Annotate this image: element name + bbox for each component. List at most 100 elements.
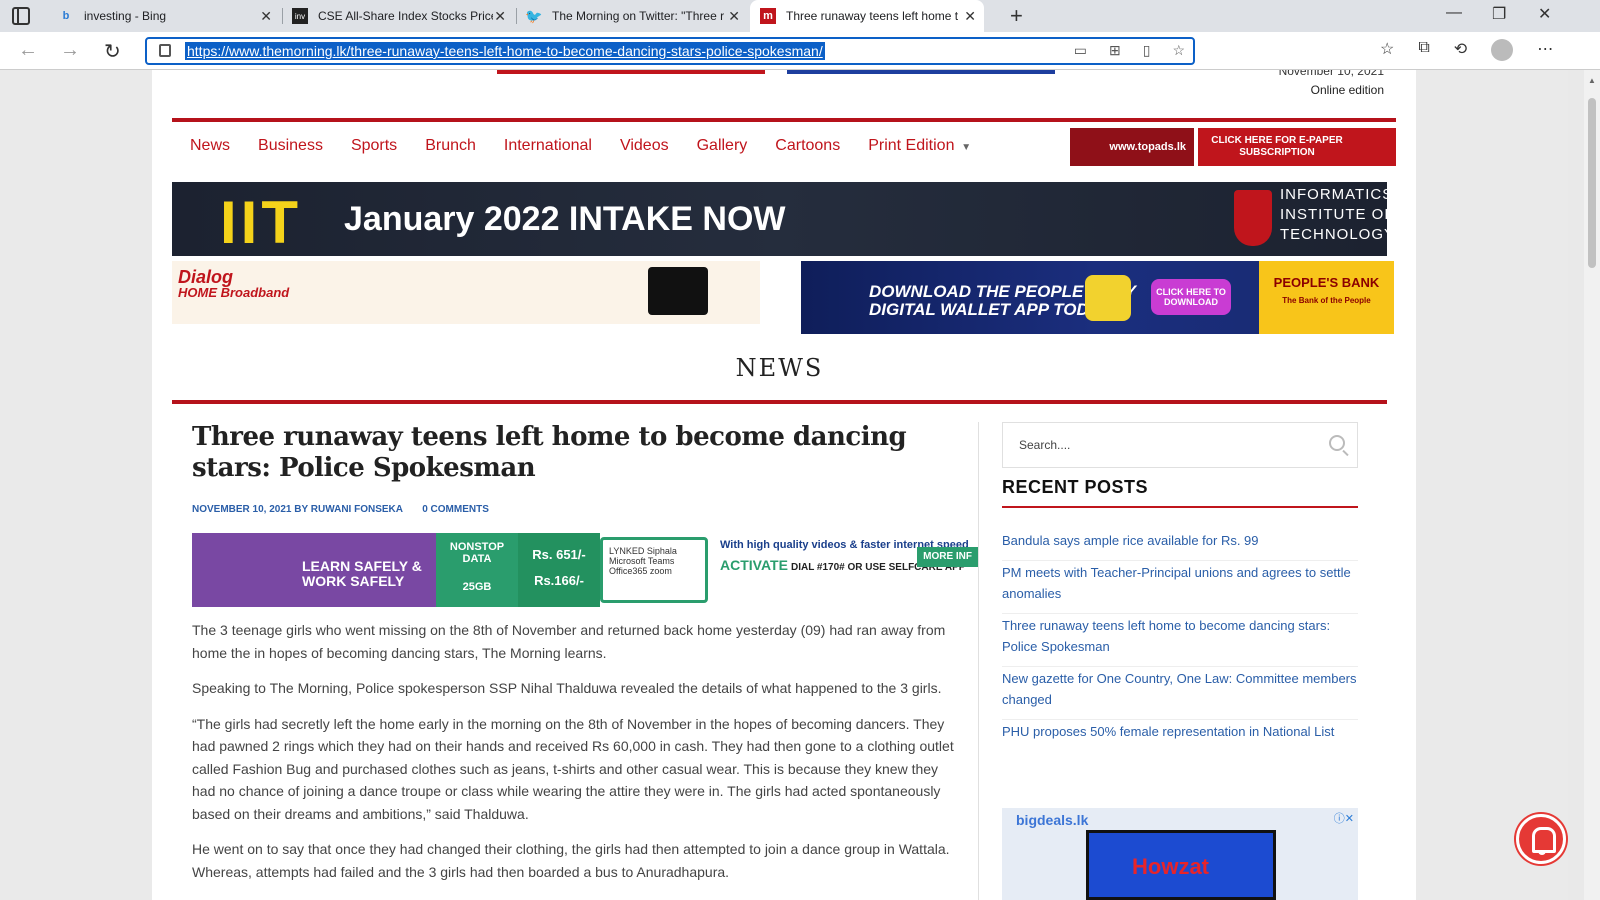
nav-international[interactable]: International [504,137,592,155]
nav-print-label: Print Edition [868,137,955,154]
comments-link[interactable]: 0 COMMENTS [422,504,489,515]
site-content: November 10, 2021 Online edition News Bu… [152,70,1566,900]
ad-close-icon[interactable]: ⓘ✕ [1334,810,1354,826]
recent-posts-divider [1002,506,1358,508]
more-icon[interactable]: ⋯ [1537,39,1553,61]
tab-title: The Morning on Twitter: "Three r [552,9,725,23]
site-logo-secondary[interactable] [787,70,1055,74]
recent-post-link[interactable]: Bandula says ample rice available for Rs… [1002,530,1358,561]
main-nav: News Business Sports Brunch Internationa… [172,118,1396,170]
recent-post-link[interactable]: New gazette for One Country, One Law: Co… [1002,668,1358,720]
ad-learn-safely: LEARN SAFELY & WORK SAFELY [192,533,436,607]
the-morning-icon: m [760,8,776,24]
tab-the-morning[interactable]: m Three runaway teens left home t ✕ [750,0,984,32]
close-tab-icon[interactable]: ✕ [964,8,976,25]
cast-icon[interactable]: ▭ [1074,42,1087,59]
site-logo[interactable] [497,70,765,74]
epaper-banner[interactable]: CLICK HERE FOR E-PAPER SUBSCRIPTION [1198,128,1396,166]
search-box[interactable]: Search.... [1002,422,1358,468]
search-input[interactable]: Search.... [1019,438,1070,452]
scrollbar-thumb[interactable] [1588,98,1596,268]
dialog-banner[interactable]: Dialog HOME Broadband [172,261,760,324]
iit-banner[interactable]: IIT January 2022 INTAKE NOW INFORMATICS … [172,182,1394,256]
peoples-pay-banner[interactable]: DOWNLOAD THE PEOPLE'S PAY DIGITAL WALLET… [801,261,1394,334]
favorite-add-icon[interactable]: ☆ [1172,42,1185,59]
profile-avatar[interactable] [1491,39,1514,61]
history-icon[interactable]: ⟲ [1454,39,1467,61]
article: Three runaway teens left home to become … [192,422,980,883]
page-scrollbar[interactable]: ▲ [1584,70,1600,900]
tab-title: Three runaway teens left home t [786,9,959,23]
nav-videos[interactable]: Videos [620,137,669,155]
nav-brunch[interactable]: Brunch [425,137,476,155]
search-icon[interactable] [1329,435,1345,451]
article-paragraph: “The girls had secretly left the home ea… [192,715,954,822]
tab-title: investing - Bing [84,9,167,23]
nav-cartoons[interactable]: Cartoons [775,137,840,155]
iit-logo: IIT [220,189,302,256]
back-icon[interactable]: ← [18,39,38,62]
refresh-icon[interactable]: ↻ [104,39,121,64]
investing-icon: inv [292,8,308,24]
download-button[interactable]: CLICK HERE TO DOWNLOAD [1151,279,1231,315]
apps-icon[interactable]: ⊞ [1109,42,1121,59]
bigdeals-logo: bigdeals.lk [1016,812,1089,828]
close-tab-icon[interactable]: ✕ [260,8,272,25]
restore-icon[interactable]: ❐ [1492,4,1506,24]
iit-institute-name: INFORMATICS INSTITUTE OF TECHNOLOGY [1280,186,1396,243]
edition-label: Online edition [1310,83,1384,97]
tab-bing[interactable]: b investing - Bing ✕ [48,0,280,32]
scroll-up-icon[interactable]: ▲ [1588,76,1596,85]
close-tab-icon[interactable]: ✕ [728,8,740,25]
nav-sports[interactable]: Sports [351,137,397,155]
nav-gallery[interactable]: Gallery [697,137,748,155]
peoples-pay-logo [1085,275,1131,321]
omnibox-icons: ▭ ⊞ ▯ ☆ [1074,42,1185,59]
peoples-bank-logo: PEOPLE'S BANK The Bank of the People [1259,261,1394,334]
recent-post-link[interactable]: PHU proposes 50% female representation i… [1002,721,1358,751]
tab-twitter[interactable]: 🐦 The Morning on Twitter: "Three r ✕ [516,0,748,32]
new-tab-icon[interactable]: + [1010,3,1023,29]
favorites-icon[interactable]: ☆ [1380,39,1394,61]
router-image [648,267,708,315]
nav-news[interactable]: News [190,137,230,155]
ad-nonstop-data: NONSTOP DATA 25GB [436,533,518,607]
url-text[interactable]: https://www.themorning.lk/three-runaway-… [185,42,825,60]
close-tab-icon[interactable]: ✕ [494,8,506,25]
address-bar[interactable]: https://www.themorning.lk/three-runaway-… [145,37,1195,65]
recent-post-link[interactable]: Three runaway teens left home to become … [1002,615,1358,667]
toolbar-icons: ☆ ⧉ ⟲ ⋯ [1380,39,1553,61]
reader-icon[interactable]: ▯ [1143,42,1151,59]
section-divider [172,400,1387,404]
bigdeals-ad[interactable]: bigdeals.lk Howzat ⓘ✕ [1002,808,1358,900]
tab-cse[interactable]: inv CSE All-Share Index Stocks Price ✕ [282,0,514,32]
chevron-down-icon: ▼ [958,142,972,153]
ad-apps: LYNKED Siphala Microsoft Teams Office365… [600,537,708,603]
recent-post-link[interactable]: PM meets with Teacher-Principal unions a… [1002,562,1358,614]
collections-icon[interactable]: ⧉ [1418,39,1429,61]
forward-icon[interactable]: → [60,39,80,62]
slt-ad-banner[interactable]: LEARN SAFELY & WORK SAFELY NONSTOP DATA … [192,533,980,607]
browser-tabbar: b investing - Bing ✕ inv CSE All-Share I… [0,0,1600,32]
tab-actions-icon[interactable] [12,7,30,25]
sidebar: Search.... RECENT POSTS Bandula says amp… [1002,422,1358,752]
byline-by: BY [294,504,308,515]
nav-business[interactable]: Business [258,137,323,155]
topads-banner[interactable]: www.topads.lk [1070,128,1194,166]
nav-print-edition[interactable]: Print Edition ▼ [868,137,971,155]
article-headline: Three runaway teens left home to become … [192,422,907,483]
article-paragraph: The 3 teenage girls who went missing on … [192,622,946,661]
close-window-icon[interactable]: ✕ [1538,4,1551,24]
lock-icon[interactable] [159,44,171,57]
iit-shield-icon [1234,190,1272,246]
minimize-icon[interactable]: — [1446,4,1462,22]
iit-intake-text: January 2022 INTAKE NOW [344,200,786,238]
dialog-logo: Dialog HOME Broadband [178,267,290,300]
author-link[interactable]: RUWANI FONSEKA [311,504,403,515]
article-date: NOVEMBER 10, 2021 [192,504,292,515]
more-info-button[interactable]: MORE INF [917,547,978,567]
column-divider [978,422,979,900]
ad-activate: With high quality videos & faster intern… [714,533,980,607]
notification-bell-icon[interactable] [1516,814,1566,864]
recent-posts-list: Bandula says ample rice available for Rs… [1002,530,1358,751]
